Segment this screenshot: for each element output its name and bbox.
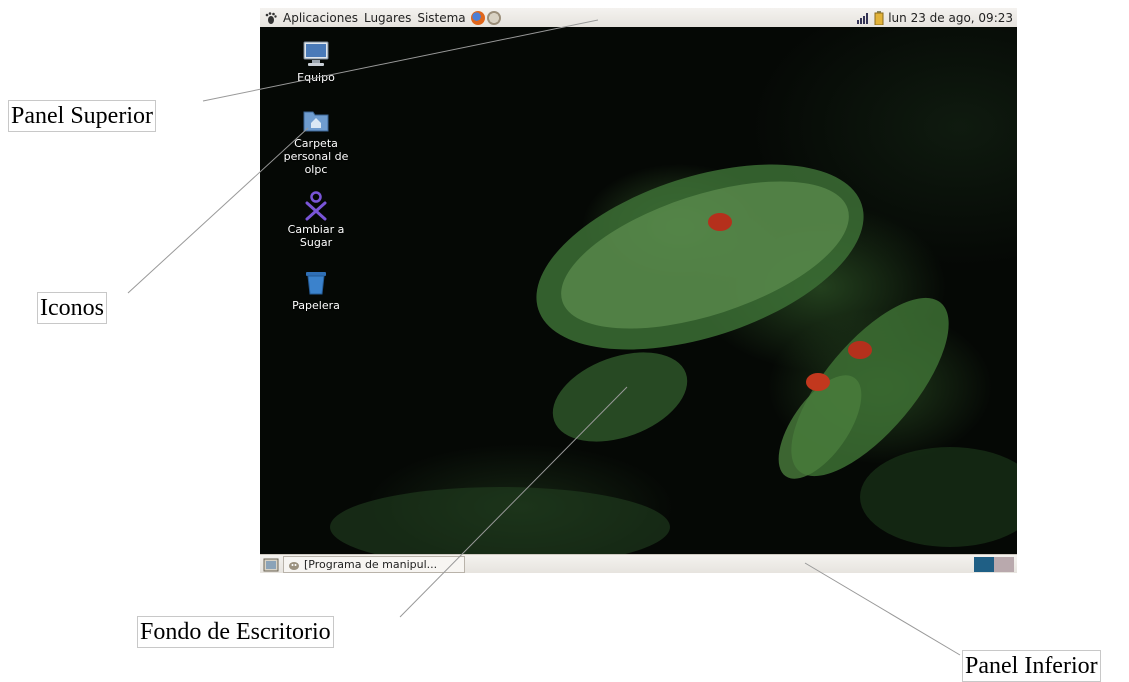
menu-system[interactable]: Sistema [414,11,468,25]
firefox-launcher-icon[interactable] [470,10,485,25]
workspace-2[interactable] [994,557,1014,572]
trash-icon [306,272,326,295]
top-panel: Aplicaciones Lugares Sistema lun 23 de a… [260,8,1017,28]
desktop-icon-label: Equipo [297,71,335,84]
home-folder-icon [303,111,329,132]
desktop-icon-label: Papelera [292,299,340,312]
taskbar-button[interactable]: [Programa de manipul... [283,556,465,573]
label-panel-superior: Panel Superior [8,100,156,132]
desktop-screenshot: Aplicaciones Lugares Sistema lun 23 de a… [260,8,1017,573]
workspace-1[interactable] [974,557,994,572]
menu-places[interactable]: Lugares [361,11,414,25]
desktop-icon-sugar[interactable]: Cambiar a Sugar [276,191,356,249]
menu-applications[interactable]: Aplicaciones [280,11,361,25]
battery-icon[interactable] [874,10,884,25]
ladybug-2 [848,341,872,359]
bottom-panel: [Programa de manipul... [260,554,1017,573]
desktop-icon-trash[interactable]: Papelera [276,267,356,312]
leaves-wallpaper [330,164,1017,554]
gnome-foot-icon[interactable] [264,11,278,25]
desktop-icon-computer[interactable]: Equipo [276,39,356,84]
network-signal-icon[interactable] [856,12,870,24]
desktop-icon-label: Cambiar a Sugar [287,223,345,249]
email-launcher-icon[interactable] [486,10,501,25]
desktop-background: Equipo Carpeta personal de olpc Cambiar … [260,27,1017,554]
desktop-icon-home-folder[interactable]: Carpeta personal de olpc [276,105,356,176]
sugar-xo-icon [305,191,327,221]
ladybug-1 [708,213,732,231]
computer-icon [303,41,329,66]
label-fondo-escritorio: Fondo de Escritorio [137,616,334,648]
label-iconos: Iconos [37,292,107,324]
gimp-icon [289,561,299,570]
ladybug-3 [806,373,830,391]
taskbar-button-label: [Programa de manipul... [304,558,438,571]
desktop-icon-label: Carpeta personal de olpc [283,137,349,176]
label-panel-inferior: Panel Inferior [962,650,1101,682]
show-desktop-icon[interactable] [263,558,279,572]
clock[interactable]: lun 23 de ago, 09:23 [888,11,1013,25]
